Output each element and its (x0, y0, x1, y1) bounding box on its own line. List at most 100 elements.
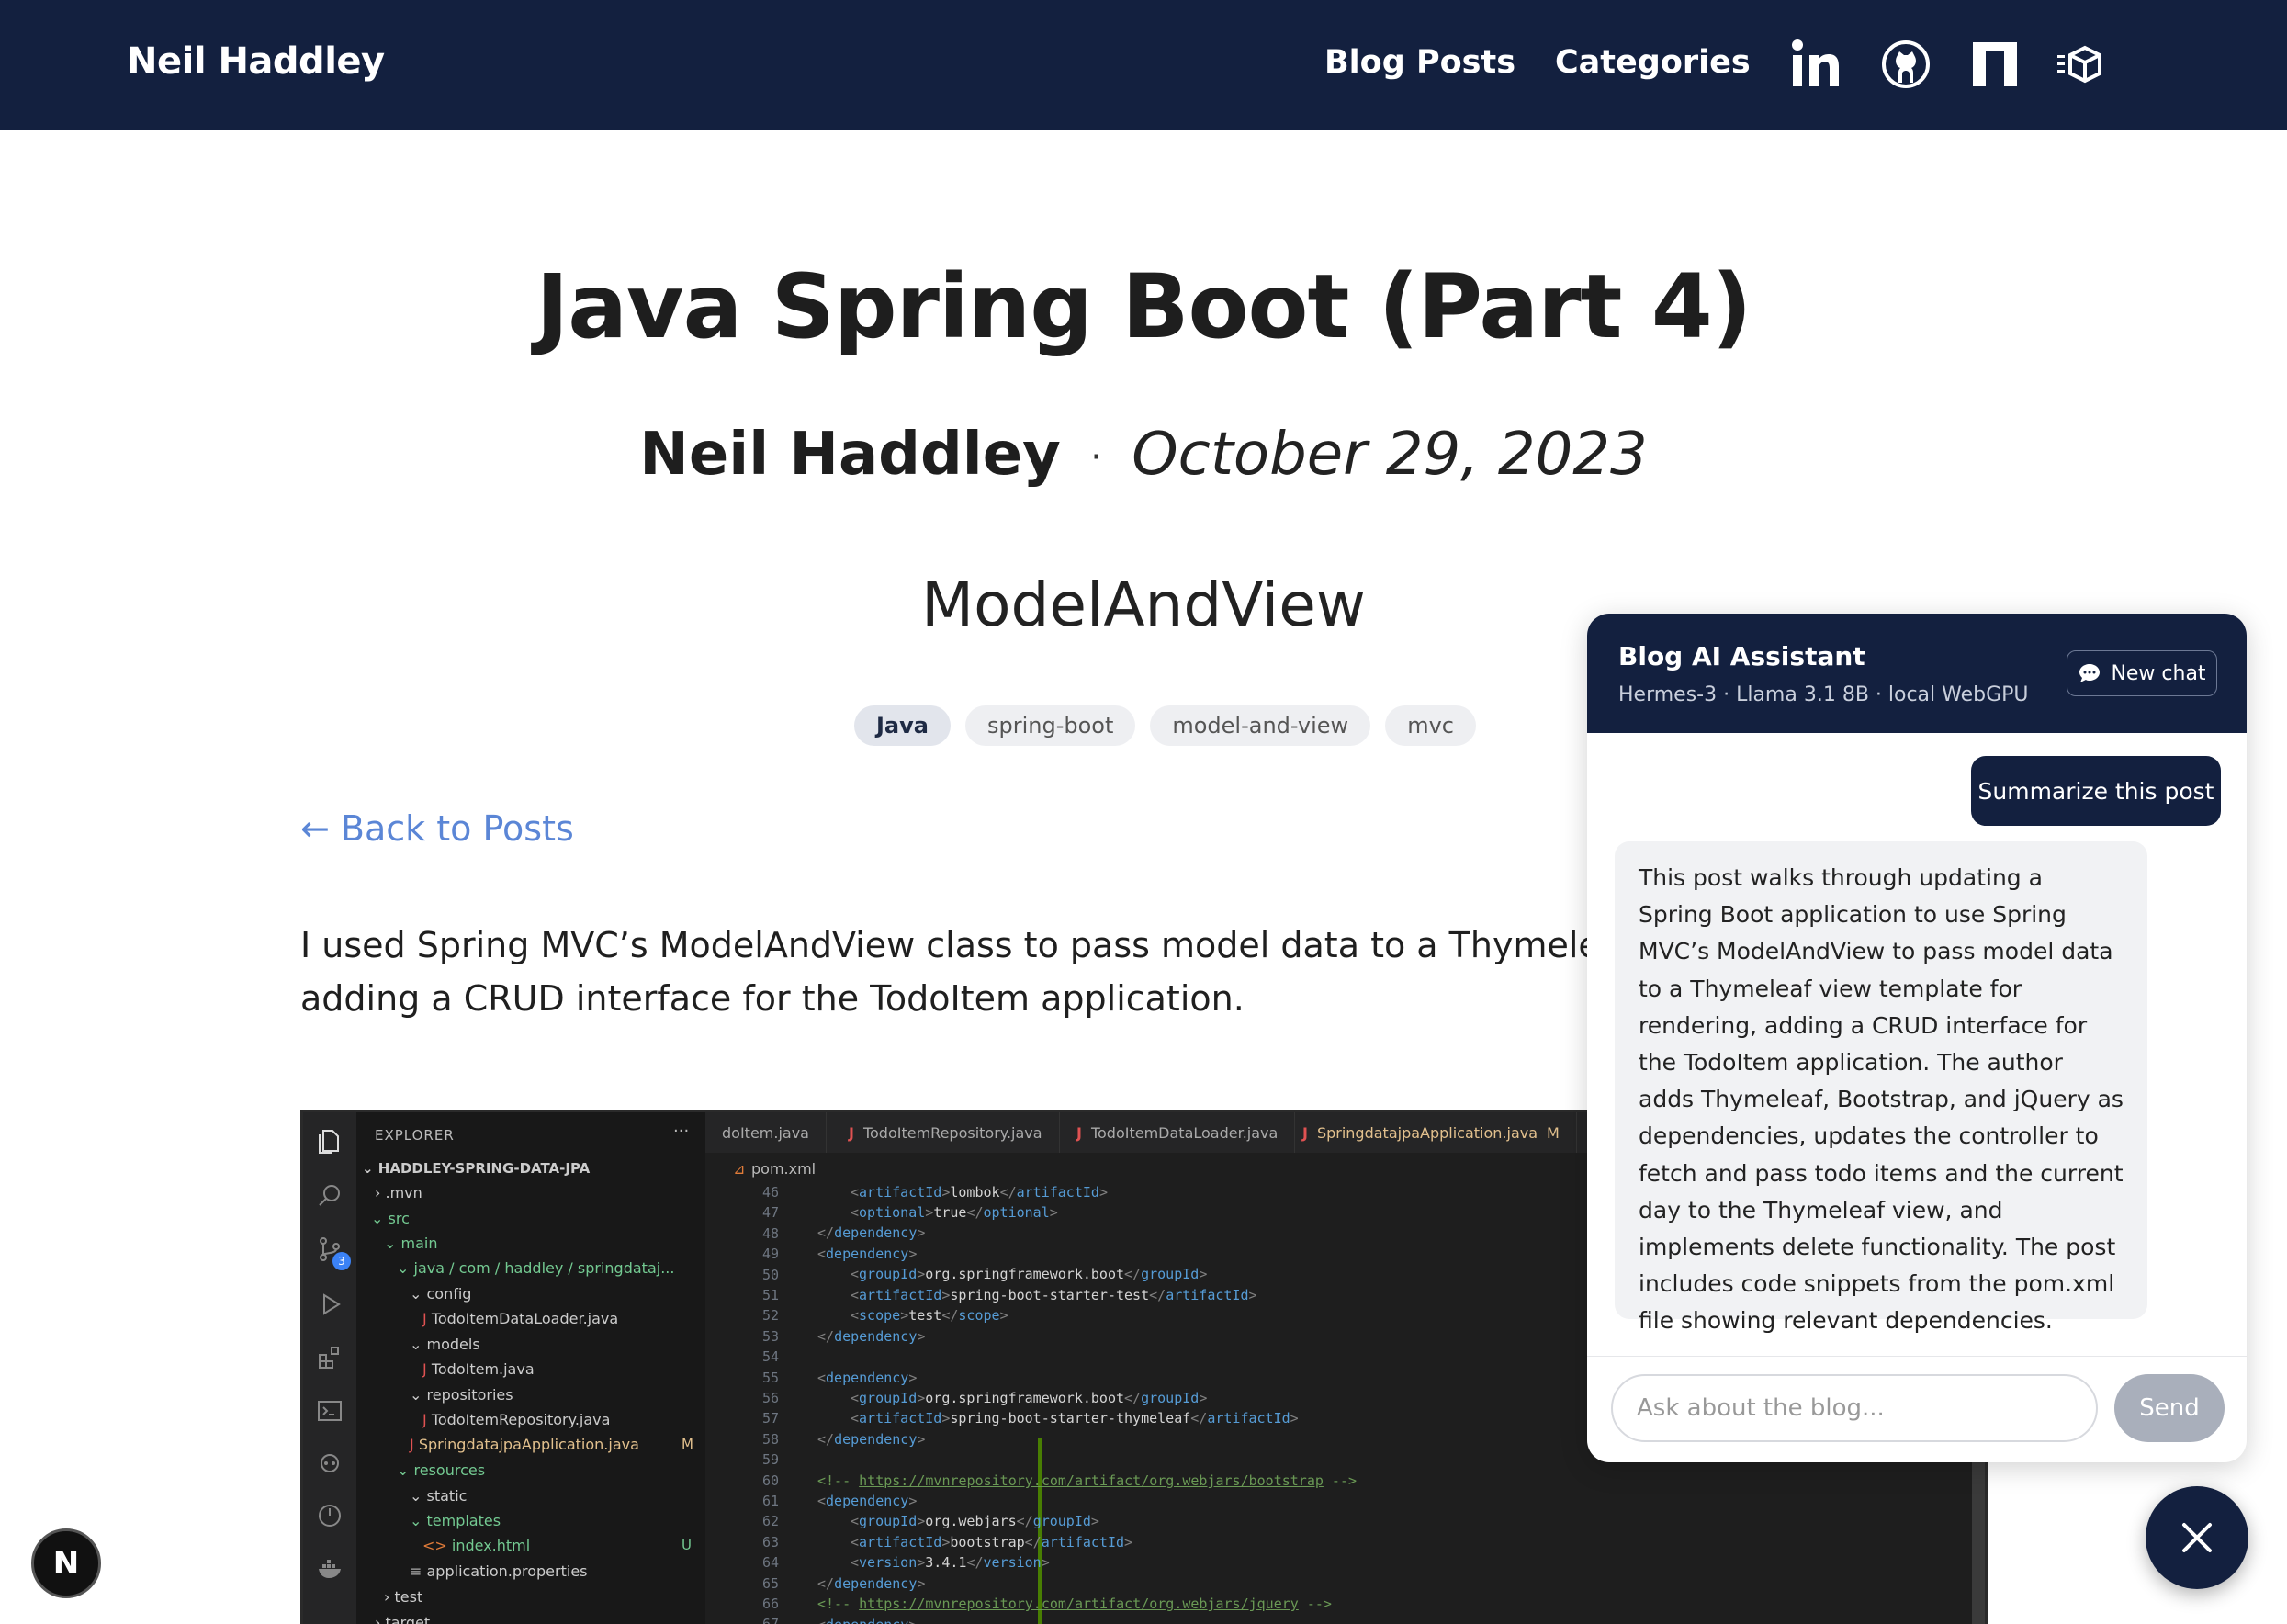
code-line: <optional>true</optional> (851, 1204, 1058, 1221)
code-line: <dependency> (817, 1370, 918, 1386)
tree-java-package[interactable]: ⌄ java / com / haddley / springdataj... (397, 1259, 674, 1277)
tab-springdatajpaapplication[interactable]: J SpringdatajpaApplication.java M (1286, 1112, 1577, 1153)
github-icon[interactable] (1878, 37, 1933, 92)
java-file-icon: J (410, 1436, 419, 1453)
send-button[interactable]: Send (2114, 1374, 2225, 1442)
docker-icon (319, 1560, 341, 1578)
tree-todoitemdataloader[interactable]: J TodoItemDataLoader.java (422, 1310, 618, 1327)
code-line: <groupId>org.springframework.boot</group… (851, 1390, 1208, 1406)
close-icon (2182, 1523, 2212, 1552)
user-message: Summarize this post (1971, 756, 2221, 826)
tree-application-properties[interactable]: ≡ application.properties (410, 1562, 588, 1580)
code-line: <!-- https://mvnrepository.com/artifact/… (817, 1472, 1358, 1489)
tree-index-html[interactable]: <> index.html (422, 1537, 530, 1554)
breadcrumb-file[interactable]: pom.xml (751, 1160, 816, 1178)
post-intro: I used Spring MVC’s ModelAndView class t… (300, 919, 1595, 1025)
line-number: 52 (761, 1307, 779, 1325)
tag-spring-boot[interactable]: spring-boot (964, 705, 1136, 746)
tree-test[interactable]: › test (384, 1588, 422, 1606)
code-line: <scope>test</scope> (851, 1307, 1008, 1324)
post-date: October 29, 2023 (1132, 421, 1648, 489)
line-number: 64 (761, 1554, 779, 1572)
tree-static[interactable]: ⌄ static (410, 1487, 467, 1505)
tab-todoitemrepository[interactable]: J TodoItemRepository.java (832, 1112, 1060, 1153)
nav-blog-posts[interactable]: Blog Posts (1324, 44, 1515, 81)
html-file-icon: <> (422, 1537, 452, 1554)
byline-separator: · (1090, 436, 1102, 479)
notion-icon[interactable] (1967, 37, 2022, 92)
tree-templates[interactable]: ⌄ templates (410, 1512, 501, 1529)
assistant-message: This post walks through updating a Sprin… (1615, 841, 2147, 1334)
chat-title: Blog AI Assistant (1618, 641, 1865, 671)
nextjs-dev-badge[interactable]: N (31, 1528, 101, 1598)
tree-todoitemrepository[interactable]: J TodoItemRepository.java (422, 1411, 610, 1428)
chat-header: Blog AI Assistant Hermes-3 · Llama 3.1 8… (1587, 614, 2247, 733)
line-number: 56 (761, 1390, 779, 1406)
tree-resources[interactable]: ⌄ resources (397, 1461, 485, 1479)
tab-todoitemdataloader[interactable]: J TodoItemDataLoader.java (1060, 1112, 1296, 1153)
chat-bubble-icon (2079, 664, 2101, 682)
site-brand[interactable]: Neil Haddley (127, 40, 385, 83)
explorer-title: EXPLORER (375, 1127, 455, 1144)
java-file-icon: J (1076, 1123, 1082, 1142)
linkedin-icon[interactable] (1789, 37, 1844, 92)
codesandbox-icon[interactable] (2054, 37, 2109, 92)
tree-mvn[interactable]: › .mvn (375, 1184, 422, 1201)
tag-mvc[interactable]: mvc (1385, 705, 1476, 746)
chevron-down-icon: ⌄ (397, 1259, 414, 1277)
line-number: 48 (761, 1224, 779, 1242)
tree-main[interactable]: ⌄ main (384, 1235, 437, 1252)
tree-todoitem[interactable]: J TodoItem.java (422, 1360, 535, 1378)
line-number: 53 (761, 1327, 779, 1345)
java-file-icon: J (1302, 1123, 1308, 1142)
code-line: <artifactId>lombok</artifactId> (851, 1184, 1108, 1201)
back-to-posts-link[interactable]: ← Back to Posts (300, 808, 574, 849)
code-line: <!-- https://mvnrepository.com/artifact/… (817, 1596, 1332, 1612)
tree-models[interactable]: ⌄ models (410, 1336, 480, 1353)
chevron-down-icon: ⌄ (410, 1336, 427, 1353)
line-number: 58 (761, 1430, 779, 1448)
untracked-badge: U (682, 1537, 692, 1553)
line-number: 47 (761, 1204, 779, 1222)
tab-todoitem[interactable]: doItem.java (705, 1112, 827, 1153)
activity-bar: 3 (303, 1112, 356, 1624)
more-icon[interactable]: ··· (673, 1122, 689, 1141)
new-chat-button[interactable]: New chat (2067, 650, 2217, 696)
project-root[interactable]: ⌄ HADDLEY-SPRING-DATA-JPA (362, 1160, 590, 1177)
chevron-down-icon: ⌄ (410, 1285, 427, 1303)
chevron-down-icon: ⌄ (410, 1487, 427, 1505)
nav-categories[interactable]: Categories (1555, 44, 1751, 81)
modified-badge: M (682, 1436, 693, 1452)
chat-input[interactable]: Ask about the blog... (1611, 1374, 2098, 1442)
tree-src[interactable]: ⌄ src (371, 1210, 410, 1227)
chat-panel: Blog AI Assistant Hermes-3 · Llama 3.1 8… (1587, 614, 2247, 1462)
line-number: 57 (761, 1410, 779, 1427)
tree-repositories[interactable]: ⌄ repositories (410, 1386, 513, 1404)
tag-model-and-view[interactable]: model-and-view (1150, 705, 1371, 746)
tree-springdatajpaapplication[interactable]: J SpringdatajpaApplication.java (410, 1436, 639, 1453)
tree-config[interactable]: ⌄ config (410, 1285, 471, 1303)
post-author: Neil Haddley (639, 421, 1061, 489)
settings-file-icon: ≡ (410, 1562, 427, 1580)
close-chat-button[interactable] (2146, 1486, 2248, 1589)
post-title: Java Spring Boot (Part 4) (535, 255, 1752, 358)
tree-target[interactable]: › target (375, 1614, 430, 1624)
chevron-down-icon: ⌄ (410, 1386, 427, 1404)
line-number: 49 (761, 1246, 779, 1263)
files-icon (319, 1130, 339, 1154)
line-numbers: 46 47 48 49 50 51 52 53 54 55 56 57 58 59 60 61 62 63 64 65… (705, 1184, 779, 1624)
code-line: <artifactId>bootstrap</artifactId> (851, 1534, 1133, 1551)
xml-file-icon: ⊿ (733, 1160, 746, 1178)
search-icon (319, 1185, 340, 1206)
code-line: </dependency> (817, 1328, 926, 1345)
line-number: 59 (761, 1451, 779, 1469)
chat-divider (1587, 1356, 2247, 1357)
line-number: 67 (762, 1616, 779, 1624)
code-line: </dependency> (817, 1431, 926, 1448)
line-number: 54 (761, 1348, 779, 1366)
code-line: <dependency> (817, 1617, 917, 1624)
code-line: </dependency> (817, 1575, 926, 1592)
code-line: <artifactId>spring-boot-starter-test</ar… (851, 1287, 1257, 1303)
line-number: 51 (761, 1287, 779, 1303)
tag-java[interactable]: Java (854, 705, 951, 746)
